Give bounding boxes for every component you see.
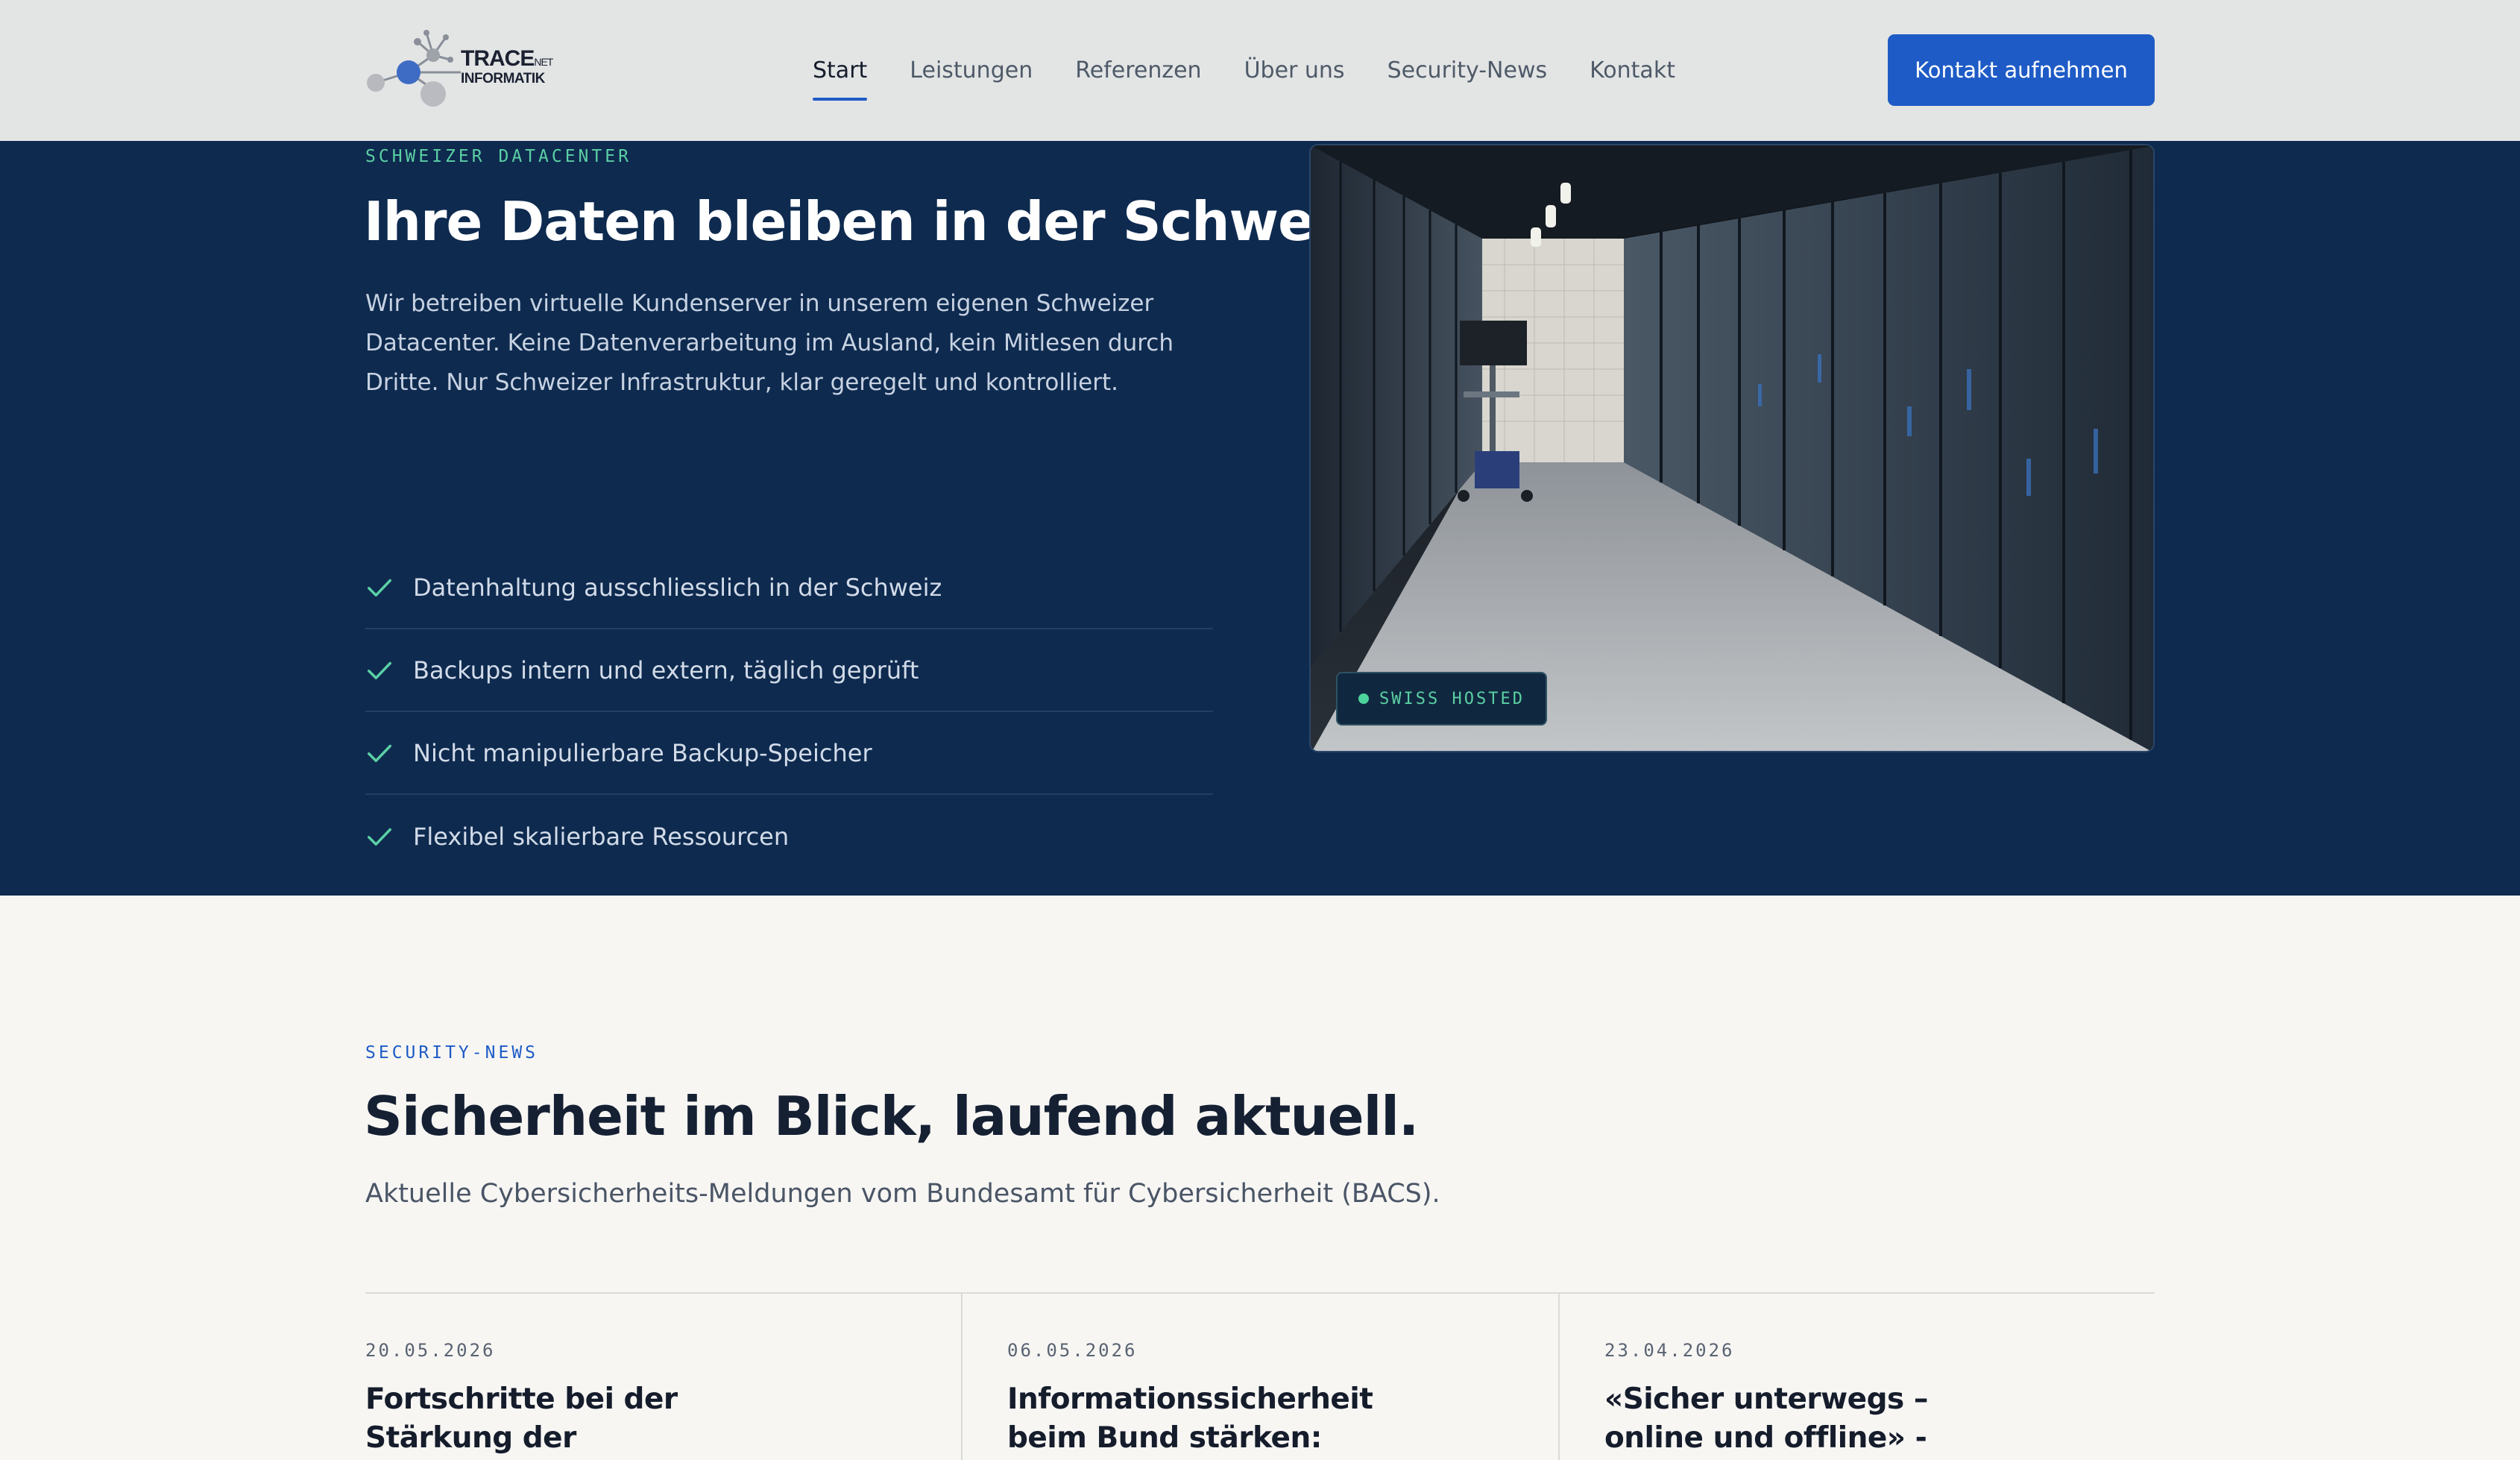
hero-description: Wir betreiben virtuelle Kundenserver in … [365,290,1174,396]
news-date: 20.05.2026 [365,1340,496,1361]
feature-label: Nicht manipulierbare Backup-Speicher [413,738,872,767]
feature-label: Backups intern und extern, täglich geprü… [413,655,919,685]
feature-list: Datenhaltung ausschliesslich in der Schw… [365,547,1213,878]
nav-item-kontakt[interactable]: Kontakt [1590,0,1675,141]
news-card[interactable]: 20.05.2026 Fortschritte bei der Stärkung… [365,1294,961,1460]
logo-line2: INFORMATIK [461,71,545,86]
news-grid: 20.05.2026 Fortschritte bei der Stärkung… [365,1292,2155,1460]
nav-item-referenzen[interactable]: Referenzen [1075,0,1201,141]
datacenter-section: SCHWEIZER DATACENTER Ihre Daten bleiben … [0,141,2520,896]
news-card[interactable]: 23.04.2026 «Sicher unterwegs – online un… [1558,1294,2155,1460]
feature-item: Flexibel skalierbare Ressourcen [365,795,1213,878]
feature-label: Flexibel skalierbare Ressourcen [413,822,790,851]
hero-title: Ihre Daten bleiben in der Schweiz. [364,190,1382,253]
tracenet-logo[interactable]: TRACENET INFORMATIK [364,27,553,110]
checkmark-icon [368,744,391,762]
main-nav: Start Leistungen Referenzen Über uns Sec… [813,0,1718,141]
news-subtitle: Aktuelle Cybersicherheits-Meldungen vom … [365,1179,1440,1209]
badge-label: SWISS HOSTED [1379,689,1525,708]
nav-item-start[interactable]: Start [813,0,868,141]
site-header: TRACENET INFORMATIK Start Leistungen Ref… [0,0,2520,141]
feature-item: Nicht manipulierbare Backup-Speicher [365,712,1213,795]
news-card-title[interactable]: Informationssicherheit beim Bund stärken… [1007,1380,1425,1460]
news-date: 23.04.2026 [1604,1340,1735,1361]
news-title: Sicherheit im Blick, laufend aktuell. [364,1085,1419,1148]
news-card-title[interactable]: «Sicher unterwegs – online und offline» … [1604,1380,2022,1460]
checkmark-icon [368,579,391,597]
datacenter-photo: SWISS HOSTED [1309,144,2155,752]
feature-item: Backups intern und extern, täglich geprü… [365,629,1213,712]
checkmark-icon [368,661,391,679]
news-eyebrow: SECURITY-NEWS [365,1043,539,1063]
logo-line1-suffix: NET [534,56,553,68]
contact-cta-button[interactable]: Kontakt aufnehmen [1888,34,2155,106]
security-news-section: SECURITY-NEWS Sicherheit im Blick, laufe… [0,896,2520,1460]
checkmark-icon [368,828,391,846]
network-logo-icon [367,30,461,107]
hero-eyebrow: SCHWEIZER DATACENTER [365,147,631,166]
feature-label: Datenhaltung ausschliesslich in der Schw… [413,573,942,602]
status-dot-icon [1358,693,1369,704]
nav-item-leistungen[interactable]: Leistungen [910,0,1033,141]
swiss-hosted-badge: SWISS HOSTED [1336,672,1547,726]
nav-item-security-news[interactable]: Security-News [1387,0,1548,141]
logo-wordmark: TRACENET INFORMATIK [461,46,553,86]
server-aisle-image [1311,145,2153,751]
logo-line1: TRACE [461,46,535,71]
news-card-title[interactable]: Fortschritte bei der Stärkung der Cybers… [365,1380,783,1460]
nav-item-ueber-uns[interactable]: Über uns [1244,0,1345,141]
feature-item: Datenhaltung ausschliesslich in der Schw… [365,547,1213,629]
news-card[interactable]: 06.05.2026 Informationssicherheit beim B… [961,1294,1558,1460]
news-date: 06.05.2026 [1007,1340,1138,1361]
